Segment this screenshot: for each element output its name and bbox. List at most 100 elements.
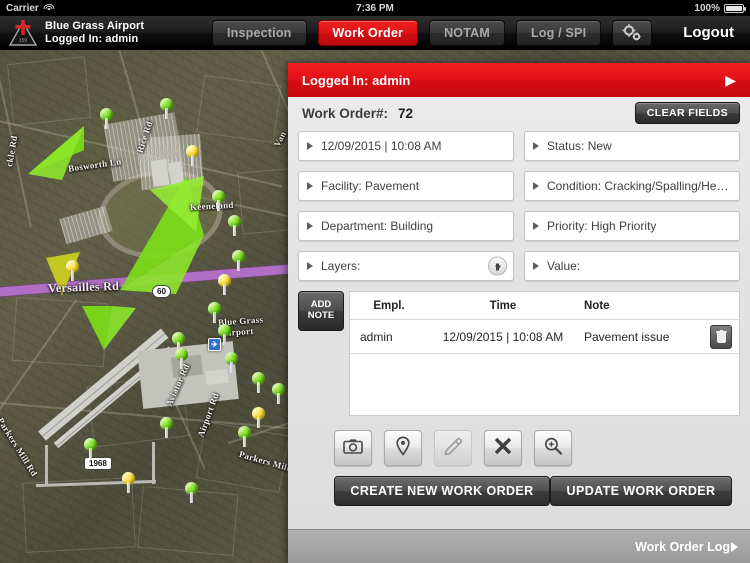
app-root: Carrier 7:36 PM 100% 159 Blue Grass Airp… <box>0 0 750 563</box>
nav-tab-notam[interactable]: NOTAM <box>429 19 505 46</box>
field-layers[interactable]: Layers: <box>298 251 514 281</box>
notes-section: ADD NOTE Empl. Time Note admin 12/09/201… <box>288 291 750 416</box>
field-condition[interactable]: Condition: Cracking/Spalling/Heaves <box>524 171 740 201</box>
map-pin[interactable] <box>212 190 225 211</box>
field-datetime-value: 12/09/2015 | 10:08 AM <box>321 139 442 153</box>
column-header-time: Time <box>489 299 517 312</box>
battery-percent-label: 100% <box>694 2 720 14</box>
map-pin[interactable] <box>185 482 198 503</box>
create-new-work-order-button[interactable]: CREATE NEW WORK ORDER <box>334 476 551 506</box>
field-status-value: Status: New <box>547 139 612 153</box>
logout-button[interactable]: Logout <box>683 24 750 41</box>
field-row: Layers: Value: <box>298 251 740 281</box>
field-facility-value: Facility: Pavement <box>321 179 420 193</box>
map-pin[interactable] <box>228 215 241 236</box>
map-pin[interactable] <box>218 324 231 345</box>
gears-icon <box>621 23 643 42</box>
cell-empl: admin <box>360 329 393 344</box>
field-row: 12/09/2015 | 10:08 AM Status: New <box>298 131 740 161</box>
notes-table-empty-area <box>350 354 739 415</box>
map-pin[interactable] <box>252 407 265 428</box>
map-pin[interactable] <box>122 472 135 493</box>
map-pin[interactable] <box>238 426 251 447</box>
field-priority[interactable]: Priority: High Priority <box>524 211 740 241</box>
cell-note: Pavement issue <box>584 329 670 344</box>
play-triangle-icon <box>533 182 539 190</box>
map-pin[interactable] <box>160 98 173 119</box>
camera-button[interactable] <box>334 430 372 466</box>
notes-table-header: Empl. Time Note <box>350 292 739 320</box>
map-pin[interactable] <box>218 274 231 295</box>
field-department-value: Department: Building <box>321 219 434 233</box>
field-row: Department: Building Priority: High Prio… <box>298 211 740 241</box>
submit-button-row: CREATE NEW WORK ORDER UPDATE WORK ORDER <box>288 466 750 506</box>
panel-expand-icon[interactable]: ▶ <box>725 73 736 87</box>
airport-cross-shield-logo: 159 <box>8 19 38 47</box>
location-button[interactable] <box>384 430 422 466</box>
clear-button[interactable] <box>484 430 522 466</box>
add-note-line2: NOTE <box>307 310 335 321</box>
map-pin[interactable] <box>84 438 97 459</box>
map-label: Versailles Rd <box>47 278 120 296</box>
settings-button[interactable] <box>612 19 653 46</box>
notes-table: Empl. Time Note admin 12/09/2015 | 10:08… <box>349 291 740 416</box>
nav-tab-log-spi[interactable]: Log / SPI <box>515 19 602 46</box>
map-pin[interactable] <box>208 302 221 323</box>
nav-button-group: Inspection Work Order NOTAM Log / SPI <box>212 19 653 46</box>
map-pin[interactable] <box>66 260 79 281</box>
magnifier-plus-icon <box>543 436 563 461</box>
work-order-panel: Logged In: admin ▶ Work Order#: 72 CLEAR… <box>288 63 750 563</box>
airport-name: Blue Grass Airport <box>45 19 145 32</box>
field-row: Facility: Pavement Condition: Cracking/S… <box>298 171 740 201</box>
nav-tab-inspection[interactable]: Inspection <box>212 19 307 46</box>
field-condition-value: Condition: Cracking/Spalling/Heaves <box>547 179 731 193</box>
play-triangle-icon <box>307 222 313 230</box>
play-triangle-icon <box>307 142 313 150</box>
layers-download-icon[interactable] <box>488 256 507 276</box>
nav-tab-work-order[interactable]: Work Order <box>317 19 419 46</box>
work-order-log-button[interactable]: Work Order Log <box>635 540 738 554</box>
svg-text:159: 159 <box>19 38 28 44</box>
ios-status-bar: Carrier 7:36 PM 100% <box>0 0 750 16</box>
field-department[interactable]: Department: Building <box>298 211 514 241</box>
map-pin[interactable] <box>100 108 113 129</box>
trash-icon <box>715 329 727 343</box>
play-triangle-icon <box>533 262 539 270</box>
map-pin[interactable] <box>272 383 285 404</box>
field-layers-value: Layers: <box>321 259 361 273</box>
map-pin[interactable] <box>232 250 245 271</box>
cell-time: 12/09/2015 | 10:08 AM <box>442 329 564 344</box>
map-pin[interactable] <box>225 352 238 373</box>
map-pin[interactable] <box>252 372 265 393</box>
status-bar-right: 100% <box>694 2 746 14</box>
play-triangle-icon <box>307 262 313 270</box>
status-bar-clock: 7:36 PM <box>356 2 394 14</box>
field-value[interactable]: Value: <box>524 251 740 281</box>
play-triangle-icon <box>731 541 738 552</box>
clear-fields-button[interactable]: CLEAR FIELDS <box>634 102 740 124</box>
map-pin-icon <box>395 436 411 461</box>
bottom-bar: Work Order Log <box>288 529 750 563</box>
zoom-in-button[interactable] <box>534 430 572 466</box>
field-value-value: Value: <box>547 259 581 273</box>
table-row[interactable]: admin 12/09/2015 | 10:08 AM Pavement iss… <box>350 320 739 354</box>
map-pin[interactable] <box>186 145 199 166</box>
field-status[interactable]: Status: New <box>524 131 740 161</box>
column-header-empl: Empl. <box>373 299 405 312</box>
play-triangle-icon <box>533 142 539 150</box>
delete-note-button[interactable] <box>710 324 732 349</box>
app-toolbar: 159 Blue Grass Airport Logged In: admin … <box>0 16 750 50</box>
panel-logged-in-text: Logged In: admin <box>302 73 410 88</box>
battery-full-icon <box>724 3 746 13</box>
map-pin[interactable] <box>175 348 188 369</box>
draw-button[interactable] <box>434 430 472 466</box>
logged-in-label: Logged In: admin <box>45 32 139 45</box>
add-note-button[interactable]: ADD NOTE <box>298 291 344 331</box>
pencil-icon <box>443 437 463 460</box>
panel-header: Logged In: admin ▶ <box>288 63 750 97</box>
camera-icon <box>343 438 363 459</box>
field-datetime[interactable]: 12/09/2015 | 10:08 AM <box>298 131 514 161</box>
update-work-order-button[interactable]: UPDATE WORK ORDER <box>550 476 732 506</box>
field-facility[interactable]: Facility: Pavement <box>298 171 514 201</box>
map-pin[interactable] <box>160 417 173 438</box>
